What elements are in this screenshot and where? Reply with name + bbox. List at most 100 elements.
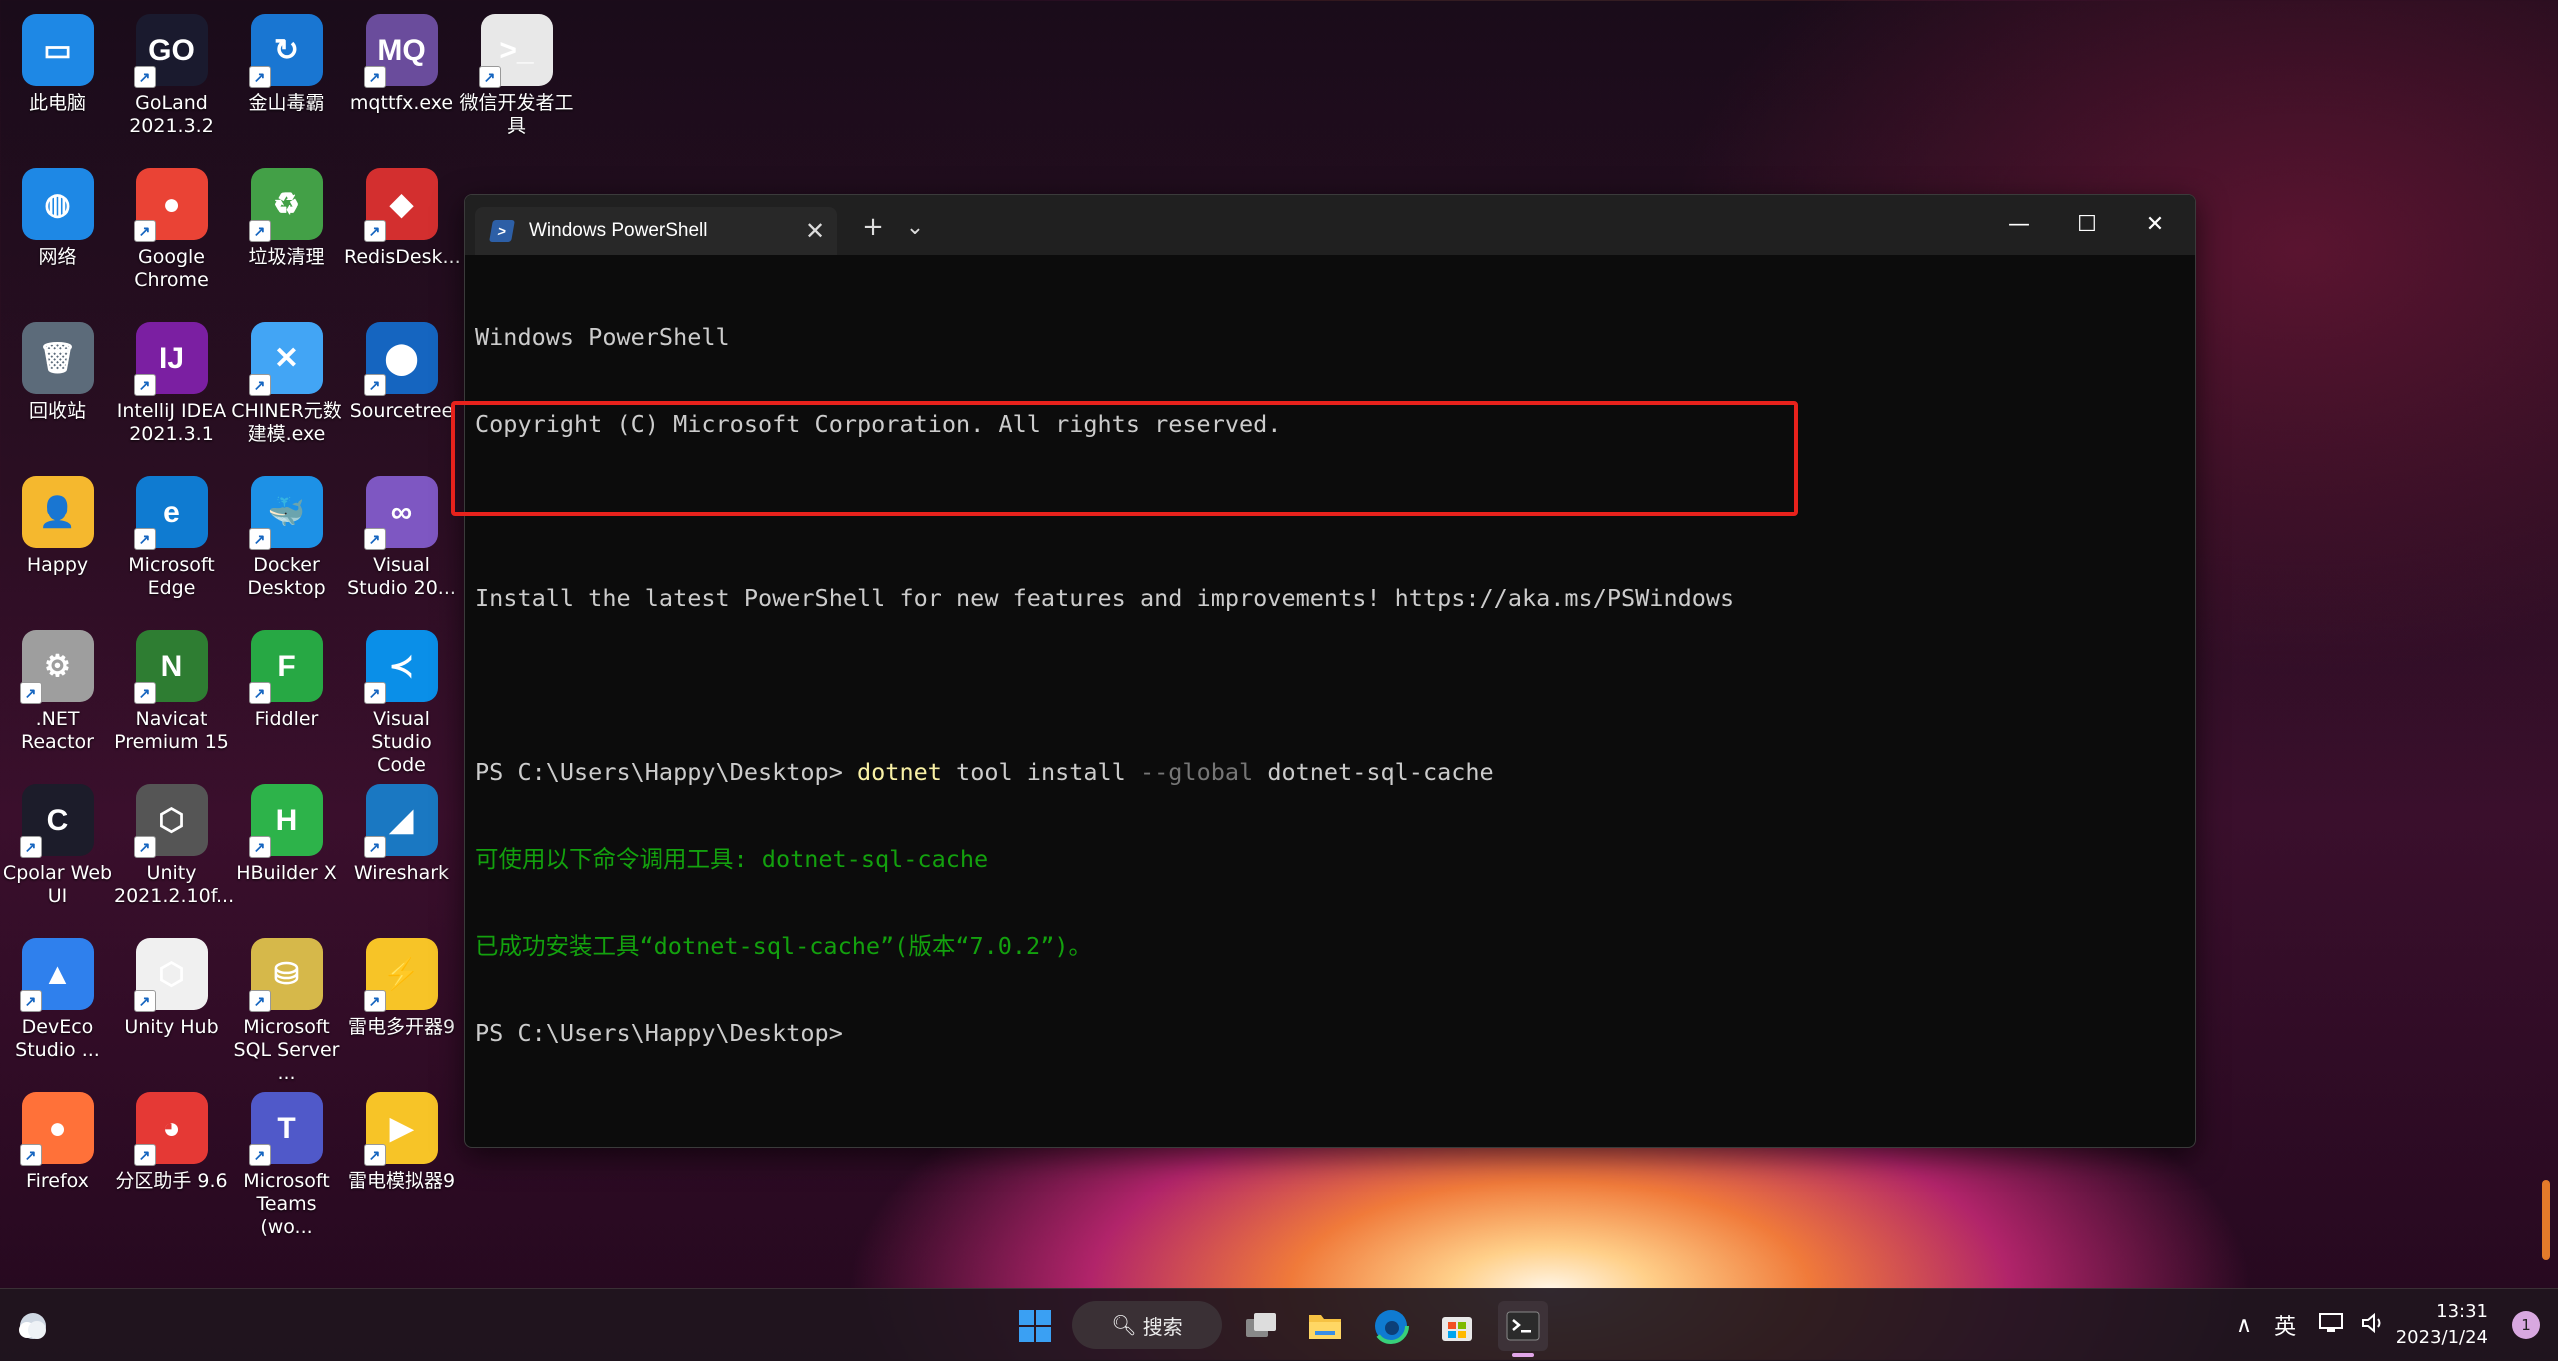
app-icon: ♻ ↗	[248, 168, 323, 242]
desktop-icon-label: mqttfx.exe	[349, 92, 454, 114]
terminal-line: Install the latest PowerShell for new fe…	[475, 584, 1735, 612]
desktop-icon[interactable]: ↻ ↗ 金山毒霸	[229, 8, 344, 115]
app-icon: ◕ ↗	[133, 1092, 208, 1166]
maximize-button[interactable]: ☐	[2053, 195, 2121, 253]
shortcut-arrow-icon: ↗	[248, 990, 271, 1012]
task-view-icon[interactable]	[1236, 1301, 1286, 1351]
desktop-icon[interactable]: ⬤ ↗ Sourcetree	[344, 316, 459, 423]
app-icon: ⛁ ↗	[248, 938, 323, 1012]
desktop-icon[interactable]: ⬡ ↗ Unity Hub	[114, 932, 229, 1039]
desktop-icon-label: Unity 2021.2.10f...	[114, 862, 235, 907]
network-icon[interactable]	[2318, 1312, 2344, 1338]
output-line: 已成功安装工具“dotnet-sql-cache”(版本“7.0.2”)。	[475, 932, 1093, 960]
desktop-icon-label: 微信开发者工具	[459, 92, 574, 137]
desktop-icon[interactable]: ▲ ↗ DevEco Studio ...	[0, 932, 115, 1062]
new-tab-button[interactable]: +	[853, 207, 893, 247]
desktop-icon[interactable]: ▶ ↗ 雷电模拟器9	[344, 1086, 459, 1193]
shortcut-arrow-icon: ↗	[133, 682, 156, 704]
app-icon: >_ ↗	[478, 14, 553, 88]
desktop-icon-label: 垃圾清理	[248, 246, 325, 268]
desktop-icon-label: Visual Studio 20...	[347, 554, 456, 599]
title-bar[interactable]: > Windows PowerShell ✕ + ⌄ — ☐ ✕	[465, 195, 2195, 255]
shortcut-arrow-icon: ↗	[363, 220, 386, 242]
app-icon: ▭	[21, 14, 94, 86]
desktop-icon[interactable]: e ↗ Microsoft Edge	[114, 470, 229, 600]
desktop-icon[interactable]: MQ ↗ mqttfx.exe	[344, 8, 459, 115]
app-icon: ⚡ ↗	[363, 938, 438, 1012]
desktop-icon[interactable]: 🗑 回收站	[0, 316, 115, 423]
search-button[interactable]: 🔍︎ 搜索	[1072, 1301, 1222, 1349]
desktop-icon[interactable]: T ↗ Microsoft Teams (wo...	[229, 1086, 344, 1239]
desktop-icon[interactable]: ◢ ↗ Wireshark	[344, 778, 459, 885]
desktop-icon[interactable]: ✕ ↗ CHINER元数建模.exe	[229, 316, 344, 446]
system-tray: ∧ 英	[2236, 1289, 2386, 1361]
desktop-icon[interactable]: H ↗ HBuilder X	[229, 778, 344, 885]
app-icon: ↻ ↗	[248, 14, 323, 88]
desktop-icon-label: 分区助手 9.6	[115, 1170, 228, 1192]
shortcut-arrow-icon: ↗	[133, 374, 156, 396]
shortcut-arrow-icon: ↗	[19, 1144, 42, 1166]
desktop-icon-label: Navicat Premium 15	[114, 708, 229, 753]
minimize-button[interactable]: —	[1985, 195, 2053, 253]
app-icon: H ↗	[248, 784, 323, 858]
app-icon: ● ↗	[133, 168, 208, 242]
desktop-icon[interactable]: >_ ↗ 微信开发者工具	[459, 8, 574, 138]
file-explorer-icon[interactable]	[1300, 1301, 1350, 1351]
shortcut-arrow-icon: ↗	[248, 374, 271, 396]
desktop-icon[interactable]: ● ↗ Firefox	[0, 1086, 115, 1193]
weather-icon[interactable]	[8, 1301, 58, 1351]
desktop-icon[interactable]: ⚡ ↗ 雷电多开器9	[344, 932, 459, 1039]
clock[interactable]: 13:31 2023/1/24	[2396, 1299, 2488, 1351]
desktop-icon[interactable]: ▭ 此电脑	[0, 8, 115, 115]
terminal-output[interactable]: Windows PowerShell Copyright (C) Microso…	[475, 265, 2185, 1137]
shortcut-arrow-icon: ↗	[133, 1144, 156, 1166]
desktop-icon[interactable]: 👤 Happy	[0, 470, 115, 577]
desktop-icon[interactable]: ♻ ↗ 垃圾清理	[229, 162, 344, 269]
desktop-icon[interactable]: N ↗ Navicat Premium 15	[114, 624, 229, 754]
shortcut-arrow-icon: ↗	[248, 682, 271, 704]
desktop-icon[interactable]: 🐳 ↗ Docker Desktop	[229, 470, 344, 600]
tab-close-icon[interactable]: ✕	[793, 217, 837, 246]
desktop-icon[interactable]: GO ↗ GoLand 2021.3.2	[114, 8, 229, 138]
terminal-window[interactable]: > Windows PowerShell ✕ + ⌄ — ☐ ✕ Windows…	[464, 194, 2196, 1148]
desktop-icon-label: Microsoft Edge	[128, 554, 215, 599]
desktop-icon[interactable]: F ↗ Fiddler	[229, 624, 344, 731]
desktop-icon-grid: ▭ 此电脑 GO ↗ GoLand 2021.3.2 ↻ ↗ 金山毒霸 MQ ↗ mqttfx.ex…	[0, 0, 574, 1280]
shortcut-arrow-icon: ↗	[363, 374, 386, 396]
desktop-icon[interactable]: ◕ ↗ 分区助手 9.6	[114, 1086, 229, 1193]
clock-date: 2023/1/24	[2395, 1327, 2488, 1348]
desktop-icon[interactable]: ◆ ↗ RedisDesk...	[344, 162, 461, 269]
tab-windows-powershell[interactable]: > Windows PowerShell ✕	[475, 207, 837, 255]
desktop-icon[interactable]: ⬡ ↗ Unity 2021.2.10f...	[114, 778, 235, 908]
shortcut-arrow-icon: ↗	[133, 528, 156, 550]
chevron-up-icon[interactable]: ∧	[2236, 1313, 2252, 1338]
edge-icon[interactable]	[1366, 1301, 1416, 1351]
volume-icon[interactable]	[2360, 1312, 2386, 1338]
desktop-icon-label: Docker Desktop	[247, 554, 326, 599]
desktop-icon-label: .NET Reactor	[20, 708, 94, 753]
start-button[interactable]	[1010, 1301, 1060, 1351]
app-icon: IJ ↗	[133, 322, 208, 396]
ime-indicator[interactable]: 英	[2274, 1309, 2296, 1341]
desktop-icon[interactable]: ● ↗ Google Chrome	[114, 162, 229, 292]
desktop-icon[interactable]: C ↗ Cpolar Web UI	[0, 778, 115, 908]
desktop-icon[interactable]: ∞ ↗ Visual Studio 20...	[344, 470, 459, 600]
shortcut-arrow-icon: ↗	[133, 990, 156, 1012]
desktop-icon[interactable]: IJ ↗ IntelliJ IDEA 2021.3.1	[114, 316, 229, 446]
notification-badge[interactable]: 1	[2512, 1311, 2540, 1339]
desktop-icon[interactable]: ⚙ ↗ .NET Reactor	[0, 624, 115, 754]
terminal-taskbar-icon[interactable]	[1498, 1301, 1548, 1351]
desktop-icon[interactable]: ≺ ↗ Visual Studio Code	[344, 624, 459, 777]
app-icon: ▶ ↗	[363, 1092, 438, 1166]
close-button[interactable]: ✕	[2121, 195, 2189, 253]
desktop-icon-label: DevEco Studio ...	[15, 1016, 100, 1061]
desktop-icon[interactable]: ◍ 网络	[0, 162, 115, 269]
tab-dropdown-button[interactable]: ⌄	[897, 207, 933, 247]
desktop-icon-label: GoLand 2021.3.2	[129, 92, 214, 137]
desktop-icon[interactable]: ⛁ ↗ Microsoft SQL Server ...	[229, 932, 344, 1085]
app-icon: ● ↗	[19, 1092, 94, 1166]
store-icon[interactable]	[1432, 1301, 1482, 1351]
app-icon: ∞ ↗	[363, 476, 438, 550]
